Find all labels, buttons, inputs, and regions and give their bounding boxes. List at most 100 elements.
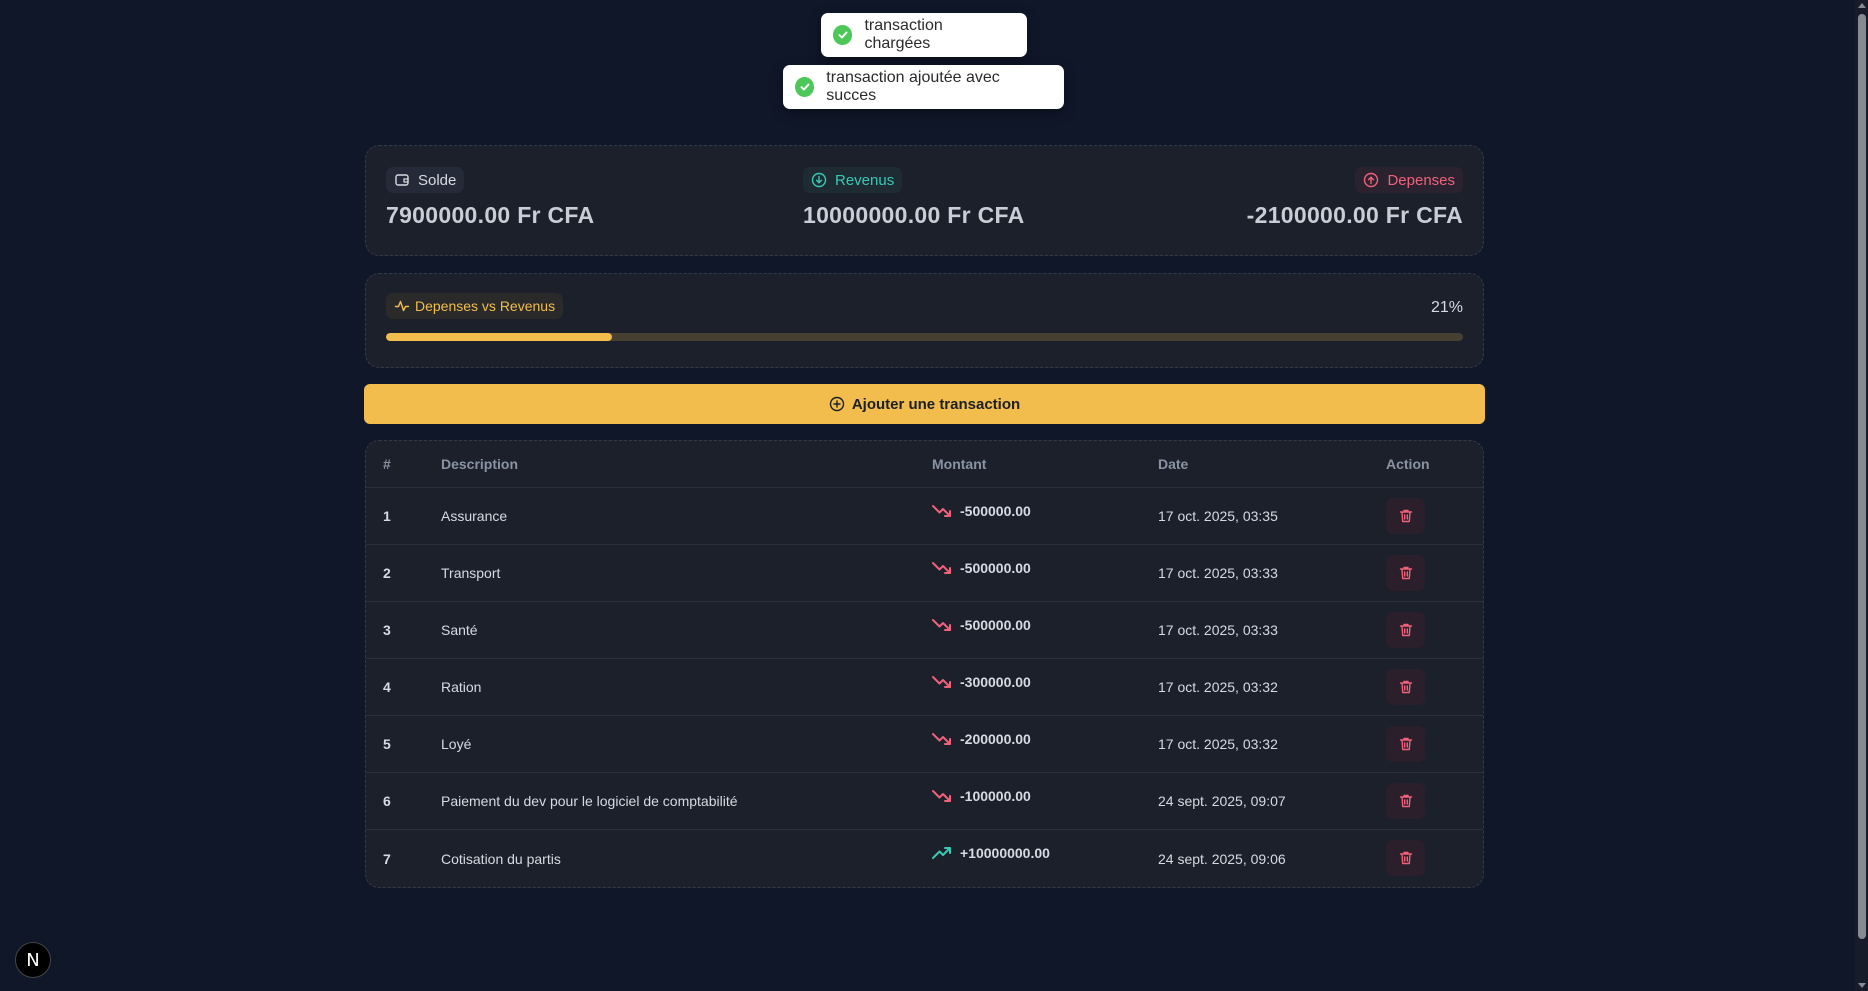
revenus-label: Revenus xyxy=(835,171,895,189)
row-description: Transport xyxy=(441,565,501,581)
transactions-table: # Description Montant Date Action 1 Assur… xyxy=(365,440,1484,888)
revenus-amount: 10000000.00 Fr CFA xyxy=(803,202,1025,228)
row-num: 5 xyxy=(383,736,391,752)
row-num: 2 xyxy=(383,565,391,581)
progress-badge: Depenses vs Revenus xyxy=(386,293,564,319)
header-date: Date xyxy=(1158,456,1189,472)
table-row: 3 Santé -500000.00 17 oct. 2025, 03:33 xyxy=(366,602,1483,659)
toast-text: transaction ajoutée avec succes xyxy=(826,69,1000,104)
row-amount-value: -100000.00 xyxy=(960,788,1031,804)
header-num: # xyxy=(383,456,391,472)
header-amount: Montant xyxy=(932,456,987,472)
header-description: Description xyxy=(441,456,519,472)
table-row: 1 Assurance -500000.00 17 oct. 2025, 03:35 xyxy=(366,488,1483,545)
trending-down-icon xyxy=(932,619,951,631)
progress-label: Depenses vs Revenus xyxy=(415,298,556,314)
progress-fill xyxy=(386,333,613,341)
table-row: 2 Transport -500000.00 17 oct. 2025, 03:33 xyxy=(366,545,1483,602)
stat-depenses: Depenses -2100000.00 Fr CFA xyxy=(1247,167,1463,229)
row-date: 17 oct. 2025, 03:33 xyxy=(1158,565,1278,581)
row-num: 3 xyxy=(383,622,391,638)
row-date: 24 sept. 2025, 09:07 xyxy=(1158,793,1286,809)
trash-icon xyxy=(1399,680,1412,694)
row-description: Assurance xyxy=(441,508,508,524)
row-date: 17 oct. 2025, 03:33 xyxy=(1158,622,1278,638)
solde-badge: Solde xyxy=(386,167,465,193)
row-amount-value: -200000.00 xyxy=(960,731,1031,747)
row-num: 7 xyxy=(383,850,391,867)
delete-button[interactable] xyxy=(1386,783,1425,819)
table-row: 6 Paiement du dev pour le logiciel de com… xyxy=(366,773,1483,830)
row-num: 6 xyxy=(383,793,391,809)
table-row: 5 Loyé -200000.00 17 oct. 2025, 03:32 xyxy=(366,716,1483,773)
row-amount: -200000.00 xyxy=(932,731,1031,747)
row-amount: -100000.00 xyxy=(932,788,1031,804)
row-amount: -300000.00 xyxy=(932,674,1031,690)
trending-down-icon xyxy=(932,733,951,745)
row-amount-value: -500000.00 xyxy=(960,503,1031,519)
trash-icon xyxy=(1399,509,1412,523)
progress-card: Depenses vs Revenus 21% xyxy=(365,273,1484,368)
row-description: Santé xyxy=(441,622,478,638)
trending-down-icon xyxy=(932,562,951,574)
row-amount-value: -500000.00 xyxy=(960,617,1031,633)
delete-button[interactable] xyxy=(1386,555,1425,591)
row-num: 4 xyxy=(383,679,391,695)
depenses-amount: -2100000.00 Fr CFA xyxy=(1246,202,1463,228)
check-circle-icon xyxy=(833,25,853,45)
nextjs-dev-badge[interactable]: N xyxy=(15,942,51,978)
row-num: 1 xyxy=(383,508,391,524)
plus-circle-icon xyxy=(829,396,845,412)
header-action: Action xyxy=(1386,456,1430,472)
scrollbar[interactable] xyxy=(1855,0,1868,991)
row-date: 17 oct. 2025, 03:32 xyxy=(1158,736,1278,752)
delete-button[interactable] xyxy=(1386,726,1425,762)
row-amount-value: +10000000.00 xyxy=(960,845,1050,861)
trash-icon xyxy=(1399,623,1412,637)
row-date: 24 sept. 2025, 09:06 xyxy=(1158,850,1286,867)
scroll-down-arrow[interactable] xyxy=(1858,983,1866,988)
row-description: Ration xyxy=(441,679,482,695)
delete-button[interactable] xyxy=(1386,669,1425,705)
progress-percent: 21% xyxy=(1430,299,1463,316)
trending-down-icon xyxy=(932,505,951,517)
row-amount: -500000.00 xyxy=(932,503,1031,519)
table-row: 7 Cotisation du partis +10000000.00 24 sept… xyxy=(366,830,1483,887)
stat-revenus: Revenus 10000000.00 Fr CFA xyxy=(803,167,1025,229)
delete-button[interactable] xyxy=(1386,498,1425,534)
trash-icon xyxy=(1399,566,1412,580)
progress-track xyxy=(386,333,1463,341)
activity-icon xyxy=(394,300,410,312)
solde-amount: 7900000.00 Fr CFA xyxy=(386,202,595,228)
table-row: 4 Ration -300000.00 17 oct. 2025, 03:32 xyxy=(366,659,1483,716)
trash-icon xyxy=(1399,737,1412,751)
row-amount-value: -300000.00 xyxy=(960,674,1031,690)
solde-label: Solde xyxy=(418,171,457,189)
row-amount-value: -500000.00 xyxy=(960,560,1031,576)
check-circle-icon xyxy=(795,77,815,97)
scroll-up-arrow[interactable] xyxy=(1858,3,1866,8)
toast-added: transaction ajoutée avec succes xyxy=(783,65,1064,109)
row-description: Loyé xyxy=(441,736,472,752)
arrow-up-circle-icon xyxy=(1364,172,1379,188)
row-date: 17 oct. 2025, 03:32 xyxy=(1158,679,1278,695)
toast-loaded: transaction chargées xyxy=(821,13,1027,57)
depenses-label: Depenses xyxy=(1387,171,1455,189)
row-date: 17 oct. 2025, 03:35 xyxy=(1158,508,1278,524)
row-description: Cotisation du partis xyxy=(441,850,561,867)
row-amount: -500000.00 xyxy=(932,560,1031,576)
row-amount: +10000000.00 xyxy=(932,845,1050,861)
add-transaction-label: Ajouter une transaction xyxy=(851,395,1021,413)
revenus-badge: Revenus xyxy=(803,167,903,193)
trending-down-icon xyxy=(932,790,951,802)
trash-icon xyxy=(1399,851,1412,865)
stat-solde: Solde 7900000.00 Fr CFA xyxy=(386,167,594,229)
row-amount: -500000.00 xyxy=(932,617,1031,633)
trash-icon xyxy=(1399,794,1412,808)
add-transaction-button[interactable]: Ajouter une transaction xyxy=(364,384,1485,424)
delete-button[interactable] xyxy=(1386,612,1425,648)
stats-card: Solde 7900000.00 Fr CFA Revenus 10000000… xyxy=(365,145,1484,256)
wallet-icon xyxy=(395,174,409,186)
scroll-thumb[interactable] xyxy=(1858,14,1866,939)
delete-button[interactable] xyxy=(1386,840,1425,876)
